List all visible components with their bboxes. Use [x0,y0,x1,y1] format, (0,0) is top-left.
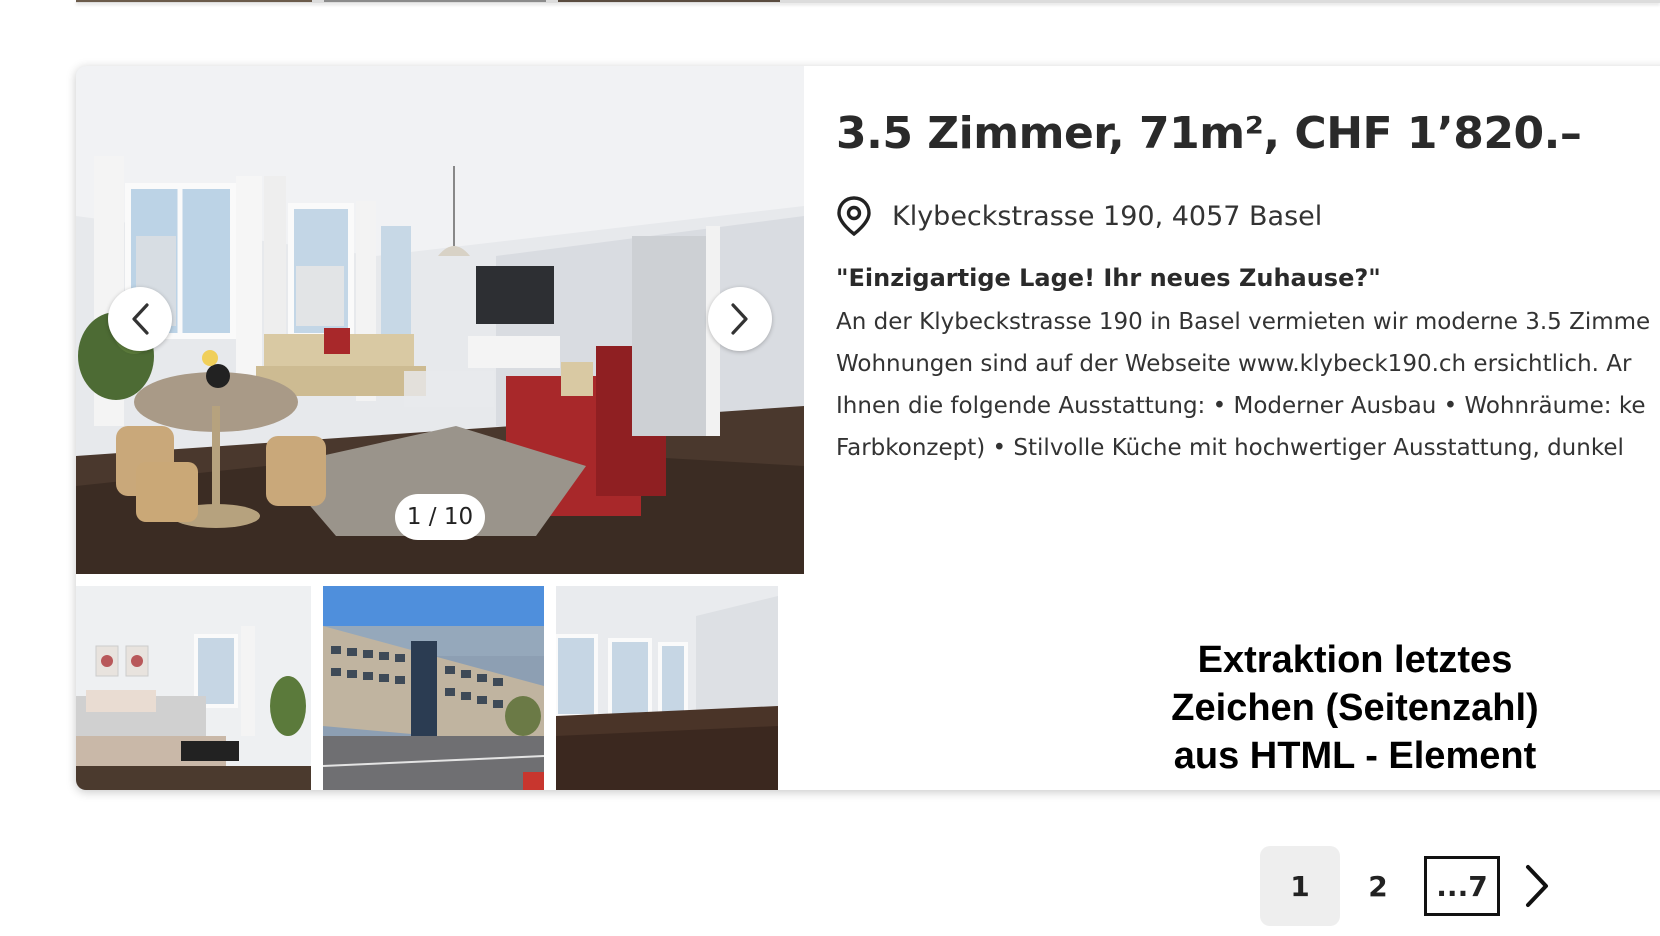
description-line: Farbkonzept) • Stilvolle Küche mit hochw… [836,435,1624,461]
previous-listing-card-edge [76,0,1660,3]
listing-address: Klybeckstrasse 190, 4057 Basel [892,200,1323,232]
main-photo[interactable]: 1 / 10 [76,66,804,574]
gallery-next-button[interactable] [708,287,772,351]
annotation-line: aus HTML - Element [1173,735,1537,777]
listing-description: An der Klybeckstrasse 190 in Basel vermi… [836,301,1660,469]
listing-title[interactable]: 3.5 Zimmer, 71m², CHF 1’820.– [836,108,1582,159]
page-1-button[interactable]: 1 [1260,846,1340,926]
empty-living-room-photo [556,586,778,790]
pagination: 1 2 ...7 [0,846,1660,926]
next-page-button[interactable] [1512,860,1562,912]
annotation-line: Zeichen (Seitenzahl) [1171,687,1539,729]
photo-counter: 1 / 10 [395,494,485,540]
thumbnail-building[interactable] [323,586,544,790]
annotation-line: Extraktion letztes [1197,639,1513,681]
address-row: Klybeckstrasse 190, 4057 Basel [836,196,1322,236]
description-line: An der Klybeckstrasse 190 in Basel vermi… [836,309,1651,335]
description-line: Wohnungen sind auf der Webseite www.klyb… [836,351,1632,377]
chevron-right-icon [1526,865,1548,907]
previous-thumbnail [76,0,312,2]
building-exterior-photo [323,586,544,790]
previous-thumbnail [324,0,546,2]
previous-thumbnail [558,0,780,2]
page-2-button[interactable]: 2 [1338,846,1418,926]
location-pin-icon [837,196,871,236]
bedroom-photo [76,586,311,790]
photo-gallery: 1 / 10 [76,66,804,790]
thumbnail-bedroom[interactable] [76,586,311,790]
listing-headline: "Einzigartige Lage! Ihr neues Zuhause?" [836,264,1381,292]
gallery-prev-button[interactable] [108,287,172,351]
chevron-right-icon [731,303,748,335]
annotation-overlay: Extraktion letztes Zeichen (Seitenzahl) … [1120,636,1590,780]
chevron-left-icon [132,303,149,335]
last-page-button[interactable]: ...7 [1424,856,1500,916]
thumbnail-empty-room[interactable] [556,586,778,790]
description-line: Ihnen die folgende Ausstattung: • Modern… [836,393,1646,419]
